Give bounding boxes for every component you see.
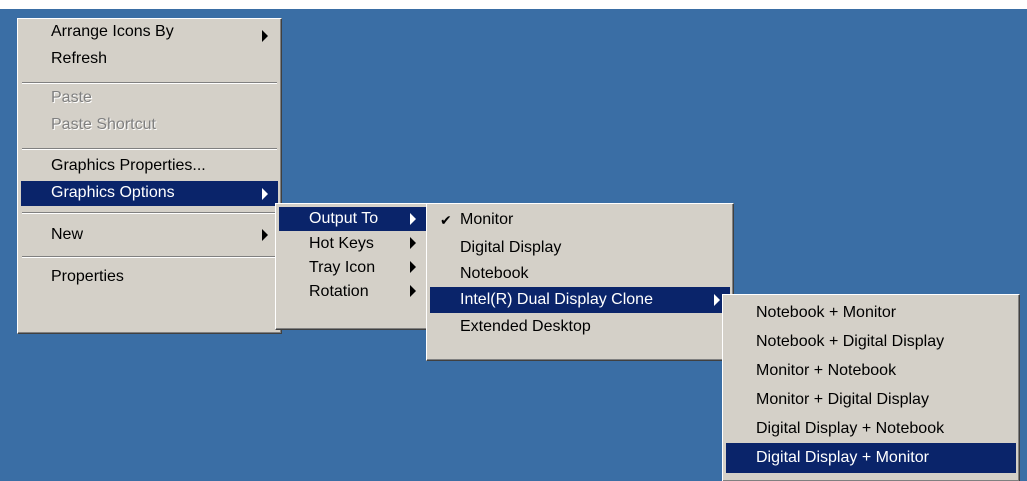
menu-item-label: Digital Display + Notebook bbox=[756, 420, 945, 437]
menu-item-rotation[interactable]: Rotation bbox=[279, 279, 426, 303]
menu-item-label: Monitor bbox=[460, 211, 514, 228]
menu-item-label: Monitor + Notebook bbox=[756, 362, 897, 379]
menu-item-label: Paste bbox=[51, 89, 92, 106]
menu-item-hot-keys[interactable]: Hot Keys bbox=[279, 231, 426, 255]
menu-separator bbox=[22, 212, 277, 214]
menu-item-dual-display-clone[interactable]: Intel(R) Dual Display Clone bbox=[430, 287, 730, 313]
menu-item-digital-display-monitor[interactable]: Digital Display + Monitor bbox=[726, 443, 1016, 473]
menu-item-notebook[interactable]: Notebook bbox=[430, 261, 730, 287]
menu-item-notebook-monitor[interactable]: Notebook + Monitor bbox=[726, 298, 1016, 327]
menu-item-monitor[interactable]: ✔ Monitor bbox=[430, 207, 730, 235]
menu-item-label: Digital Display bbox=[460, 239, 562, 256]
checkmark-icon: ✔ bbox=[440, 212, 452, 228]
menu-item-notebook-digital-display[interactable]: Notebook + Digital Display bbox=[726, 327, 1016, 356]
menu-item-new[interactable]: New bbox=[21, 218, 278, 252]
output-to-submenu: ✔ Monitor Digital Display Notebook Intel… bbox=[426, 203, 734, 361]
menu-item-label: Paste Shortcut bbox=[51, 116, 156, 133]
menu-item-label: Notebook + Digital Display bbox=[756, 333, 945, 350]
menu-item-label: Arrange Icons By bbox=[51, 23, 174, 40]
menu-item-output-to[interactable]: Output To bbox=[279, 207, 426, 231]
submenu-arrow-icon bbox=[410, 237, 416, 249]
menu-item-graphics-properties[interactable]: Graphics Properties... bbox=[21, 154, 278, 181]
menu-item-refresh[interactable]: Refresh bbox=[21, 49, 278, 76]
submenu-arrow-icon bbox=[714, 294, 720, 306]
menu-item-graphics-options[interactable]: Graphics Options bbox=[21, 181, 278, 206]
menu-separator bbox=[22, 82, 277, 84]
menu-item-label: Intel(R) Dual Display Clone bbox=[460, 291, 653, 308]
menu-item-label: Digital Display + Monitor bbox=[756, 449, 929, 466]
submenu-arrow-icon bbox=[410, 213, 416, 225]
desktop-context-menu: Arrange Icons By Refresh Paste Paste Sho… bbox=[17, 18, 282, 334]
menu-item-label: New bbox=[51, 226, 84, 243]
menu-item-label: Notebook bbox=[460, 265, 529, 282]
menu-separator bbox=[22, 148, 277, 150]
menu-item-label: Rotation bbox=[309, 283, 369, 300]
menu-item-label: Notebook + Monitor bbox=[756, 304, 897, 321]
menu-separator bbox=[22, 256, 277, 258]
menu-item-arrange-icons-by[interactable]: Arrange Icons By bbox=[21, 22, 278, 49]
submenu-arrow-icon bbox=[410, 285, 416, 297]
menu-item-monitor-digital-display[interactable]: Monitor + Digital Display bbox=[726, 385, 1016, 414]
submenu-arrow-icon bbox=[262, 187, 268, 200]
menu-item-label: Refresh bbox=[51, 50, 108, 67]
submenu-arrow-icon bbox=[262, 29, 268, 42]
menu-item-paste-shortcut[interactable]: Paste Shortcut bbox=[21, 115, 278, 142]
menu-item-label: Tray Icon bbox=[309, 259, 376, 276]
menu-item-label: Graphics Properties... bbox=[51, 157, 206, 174]
menu-item-label: Graphics Options bbox=[51, 184, 175, 201]
graphics-options-submenu: Output To Hot Keys Tray Icon Rotation bbox=[275, 203, 430, 330]
menu-item-digital-display-notebook[interactable]: Digital Display + Notebook bbox=[726, 414, 1016, 443]
menu-item-digital-display[interactable]: Digital Display bbox=[430, 235, 730, 261]
dual-display-clone-submenu: Notebook + Monitor Notebook + Digital Di… bbox=[722, 294, 1020, 481]
menu-item-properties[interactable]: Properties bbox=[21, 262, 278, 292]
menu-item-tray-icon[interactable]: Tray Icon bbox=[279, 255, 426, 279]
menu-item-label: Monitor + Digital Display bbox=[756, 391, 929, 408]
menu-item-label: Output To bbox=[309, 210, 379, 227]
menu-item-monitor-notebook[interactable]: Monitor + Notebook bbox=[726, 356, 1016, 385]
submenu-arrow-icon bbox=[410, 261, 416, 273]
menu-item-label: Properties bbox=[51, 268, 124, 285]
menu-item-paste[interactable]: Paste bbox=[21, 88, 278, 115]
submenu-arrow-icon bbox=[262, 229, 268, 241]
menu-item-label: Extended Desktop bbox=[460, 318, 591, 335]
menu-item-label: Hot Keys bbox=[309, 235, 374, 252]
menu-item-extended-desktop[interactable]: Extended Desktop bbox=[430, 313, 730, 341]
